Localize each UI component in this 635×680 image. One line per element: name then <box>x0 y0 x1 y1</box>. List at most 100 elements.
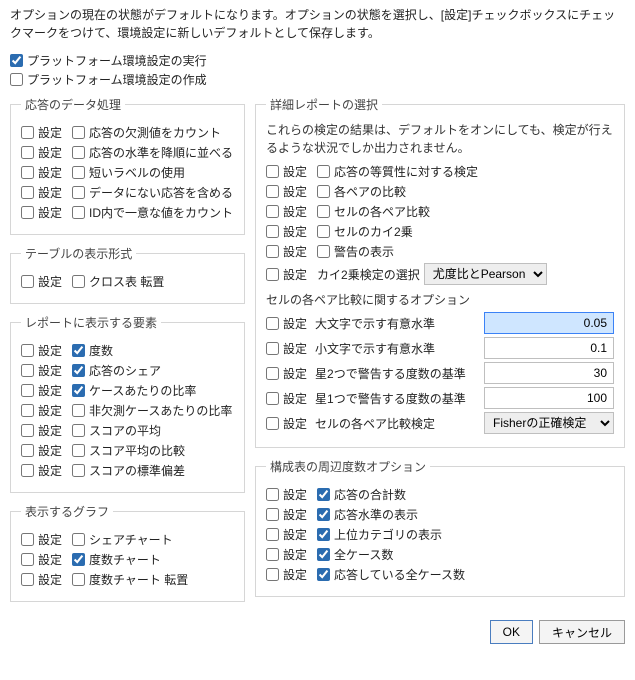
report-option-checkbox[interactable] <box>72 444 85 457</box>
data-row: 設定ID内で一意な値をカウント <box>21 204 234 221</box>
value-row: 設定星2つで警告する度数の基準 <box>266 362 614 384</box>
margin-option-checkbox[interactable] <box>317 508 330 521</box>
value-set-checkbox[interactable] <box>266 367 279 380</box>
detail-option-checkbox[interactable] <box>317 165 330 178</box>
chi-select-row: 設定 カイ2乗検定の選択 尤度比とPearson <box>266 263 614 285</box>
detail-set-checkbox[interactable] <box>266 205 279 218</box>
pair-test-select[interactable]: Fisherの正確検定 <box>484 412 614 434</box>
data-option-checkbox[interactable] <box>72 126 85 139</box>
table-set-checkbox[interactable] <box>21 275 34 288</box>
margin-set-checkbox[interactable] <box>266 508 279 521</box>
report-set-checkbox[interactable] <box>21 344 34 357</box>
graph-option-label: 度数チャート 転置 <box>89 571 188 588</box>
group-margin-options: 構成表の周辺度数オプション 設定応答の合計数設定応答水準の表示設定上位カテゴリの… <box>255 458 625 597</box>
value-input[interactable] <box>484 362 614 384</box>
detail-row: 設定警告の表示 <box>266 243 614 260</box>
margin-set-checkbox[interactable] <box>266 548 279 561</box>
report-option-checkbox[interactable] <box>72 464 85 477</box>
table-set-label: 設定 <box>38 273 62 290</box>
margin-option-checkbox[interactable] <box>317 488 330 501</box>
margin-set-label: 設定 <box>283 486 307 503</box>
detail-set-checkbox[interactable] <box>266 165 279 178</box>
report-set-checkbox[interactable] <box>21 464 34 477</box>
graph-option-checkbox[interactable] <box>72 573 85 586</box>
report-option-checkbox[interactable] <box>72 404 85 417</box>
detail-desc: これらの検定の結果は、デフォルトをオンにしても、検定が行えるような状況でしか出力… <box>266 121 614 157</box>
cancel-button[interactable]: キャンセル <box>539 620 625 644</box>
data-set-checkbox[interactable] <box>21 186 34 199</box>
graph-set-checkbox[interactable] <box>21 573 34 586</box>
chi-set-checkbox[interactable] <box>266 268 279 281</box>
report-set-checkbox[interactable] <box>21 424 34 437</box>
margin-option-checkbox[interactable] <box>317 548 330 561</box>
detail-set-checkbox[interactable] <box>266 185 279 198</box>
data-option-checkbox[interactable] <box>72 186 85 199</box>
run-platform-checkbox[interactable] <box>10 54 23 67</box>
value-input[interactable] <box>484 337 614 359</box>
report-option-checkbox[interactable] <box>72 384 85 397</box>
report-option-label: スコアの標準偏差 <box>89 462 185 479</box>
detail-option-checkbox[interactable] <box>317 225 330 238</box>
value-set-checkbox[interactable] <box>266 342 279 355</box>
report-set-checkbox[interactable] <box>21 384 34 397</box>
report-option-checkbox[interactable] <box>72 344 85 357</box>
report-option-checkbox[interactable] <box>72 424 85 437</box>
value-input[interactable] <box>484 312 614 334</box>
table-option-checkbox[interactable] <box>72 275 85 288</box>
detail-option-checkbox[interactable] <box>317 245 330 258</box>
ok-button[interactable]: OK <box>490 620 533 644</box>
data-set-checkbox[interactable] <box>21 166 34 179</box>
margin-option-label: 応答水準の表示 <box>334 506 418 523</box>
data-set-label: 設定 <box>38 204 62 221</box>
chi-select[interactable]: 尤度比とPearson <box>424 263 547 285</box>
value-set-checkbox[interactable] <box>266 392 279 405</box>
value-input[interactable] <box>484 387 614 409</box>
group-data-title: 応答のデータ処理 <box>21 96 125 113</box>
detail-set-label: 設定 <box>283 203 307 220</box>
data-set-checkbox[interactable] <box>21 126 34 139</box>
data-option-checkbox[interactable] <box>72 166 85 179</box>
margin-option-checkbox[interactable] <box>317 568 330 581</box>
detail-set-checkbox[interactable] <box>266 245 279 258</box>
report-set-checkbox[interactable] <box>21 364 34 377</box>
group-detail-title: 詳細レポートの選択 <box>266 96 382 113</box>
group-margin-title: 構成表の周辺度数オプション <box>266 458 430 475</box>
graph-option-checkbox[interactable] <box>72 553 85 566</box>
margin-option-label: 全ケース数 <box>334 546 393 563</box>
chi-label: カイ2乗検定の選択 <box>317 266 420 283</box>
data-option-checkbox[interactable] <box>72 206 85 219</box>
margin-set-label: 設定 <box>283 526 307 543</box>
margin-set-checkbox[interactable] <box>266 528 279 541</box>
data-option-checkbox[interactable] <box>72 146 85 159</box>
value-set-checkbox[interactable] <box>266 317 279 330</box>
graph-set-checkbox[interactable] <box>21 533 34 546</box>
group-detail-report: 詳細レポートの選択 これらの検定の結果は、デフォルトをオンにしても、検定が行える… <box>255 96 625 448</box>
value-row: 設定星1つで警告する度数の基準 <box>266 387 614 409</box>
data-set-checkbox[interactable] <box>21 146 34 159</box>
detail-option-checkbox[interactable] <box>317 205 330 218</box>
data-row: 設定応答の水準を降順に並べる <box>21 144 234 161</box>
report-option-checkbox[interactable] <box>72 364 85 377</box>
report-set-checkbox[interactable] <box>21 444 34 457</box>
pair-options-header: セルの各ペア比較に関するオプション <box>266 291 614 308</box>
report-row: 設定非欠測ケースあたりの比率 <box>21 402 234 419</box>
margin-option-checkbox[interactable] <box>317 528 330 541</box>
detail-set-checkbox[interactable] <box>266 225 279 238</box>
margin-set-checkbox[interactable] <box>266 568 279 581</box>
group-data-processing: 応答のデータ処理 設定応答の欠測値をカウント設定応答の水準を降順に並べる設定短い… <box>10 96 245 235</box>
pair-test-set-label: 設定 <box>283 415 307 432</box>
data-option-label: 応答の水準を降順に並べる <box>89 144 233 161</box>
graph-set-checkbox[interactable] <box>21 553 34 566</box>
graph-option-checkbox[interactable] <box>72 533 85 546</box>
report-set-checkbox[interactable] <box>21 404 34 417</box>
report-set-label: 設定 <box>38 422 62 439</box>
detail-option-checkbox[interactable] <box>317 185 330 198</box>
detail-row: 設定応答の等質性に対する検定 <box>266 163 614 180</box>
create-platform-checkbox[interactable] <box>10 73 23 86</box>
margin-set-checkbox[interactable] <box>266 488 279 501</box>
value-set-label: 設定 <box>283 390 307 407</box>
data-set-checkbox[interactable] <box>21 206 34 219</box>
margin-option-label: 上位カテゴリの表示 <box>334 526 442 543</box>
pair-test-set-checkbox[interactable] <box>266 417 279 430</box>
report-option-label: ケースあたりの比率 <box>89 382 196 399</box>
